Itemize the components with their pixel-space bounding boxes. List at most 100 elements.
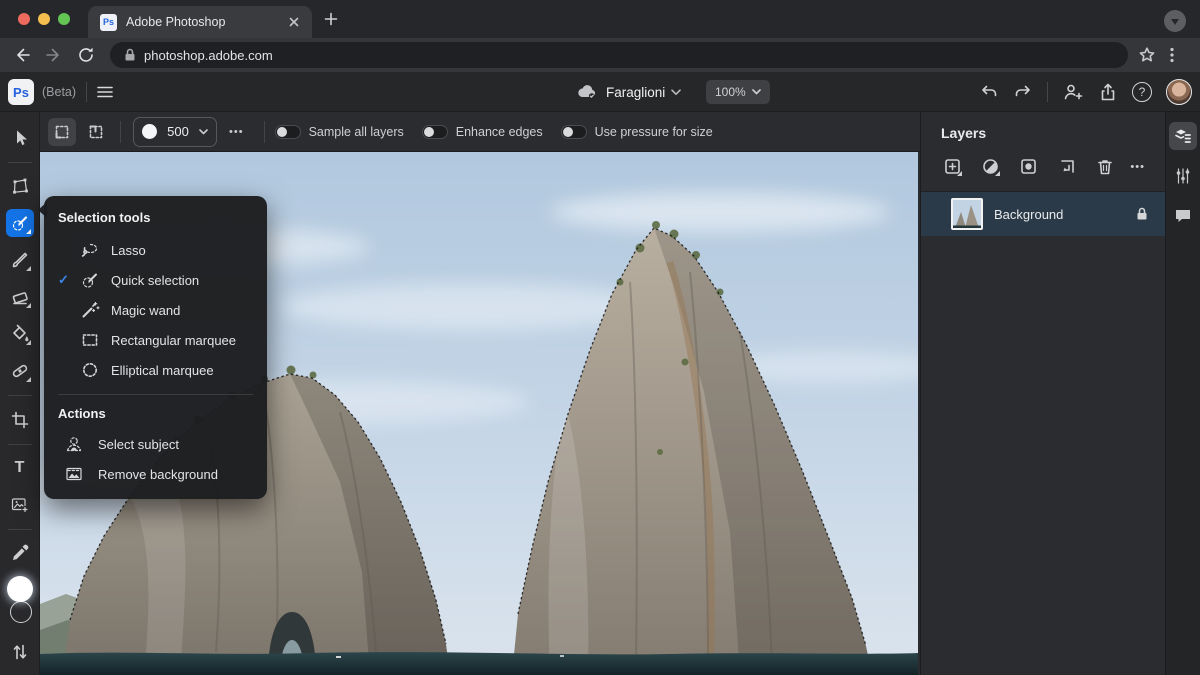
- add-selection-mode-button[interactable]: [82, 118, 110, 146]
- foreground-color-swatch[interactable]: [7, 576, 33, 602]
- user-avatar[interactable]: [1166, 79, 1192, 105]
- forward-icon[interactable]: [44, 45, 64, 65]
- menu-item-label: Remove background: [98, 467, 218, 482]
- layer-thumbnail: [951, 198, 983, 230]
- tool-options-bar: 500 ••• Sample all layers Enhance edges …: [40, 112, 920, 152]
- layers-panel-icon[interactable]: [1169, 122, 1197, 150]
- select-subject-icon: [64, 434, 84, 454]
- lock-icon: [124, 48, 136, 62]
- close-window-button[interactable]: [18, 13, 30, 25]
- toggle-label: Use pressure for size: [595, 125, 713, 139]
- tab-title: Adobe Photoshop: [126, 15, 286, 29]
- browser-tab[interactable]: Ps Adobe Photoshop: [88, 6, 312, 38]
- more-options-icon[interactable]: •••: [229, 126, 244, 138]
- elliptical-marquee-icon: [80, 360, 100, 380]
- menu-item-label: Elliptical marquee: [111, 363, 214, 378]
- toggle-knob: [563, 127, 573, 137]
- menu-item-quick-selection[interactable]: ✓ Quick selection: [44, 265, 267, 295]
- new-selection-mode-button[interactable]: [48, 118, 76, 146]
- divider: [1047, 82, 1048, 102]
- toggle-label: Sample all layers: [309, 125, 404, 139]
- check-icon: ✓: [58, 272, 80, 288]
- comments-panel-icon[interactable]: [1169, 202, 1197, 230]
- browser-menu-icon[interactable]: [1170, 47, 1174, 63]
- healing-tool[interactable]: [6, 357, 34, 385]
- clipping-mask-icon[interactable]: [1055, 155, 1079, 179]
- url-text: photoshop.adobe.com: [144, 48, 273, 63]
- menu-item-magic-wand[interactable]: Magic wand: [44, 295, 267, 325]
- swap-colors-button[interactable]: [6, 638, 34, 666]
- help-glyph: ?: [1139, 85, 1146, 99]
- layer-row-background[interactable]: Background: [921, 192, 1165, 236]
- panel-strip: [1165, 112, 1200, 675]
- menu-item-lasso[interactable]: Lasso: [44, 235, 267, 265]
- back-icon[interactable]: [12, 45, 32, 65]
- invite-people-icon[interactable]: [1062, 82, 1084, 102]
- enhance-edges-toggle[interactable]: Enhance edges: [422, 125, 543, 139]
- document-canvas[interactable]: Selection tools Lasso ✓ Quick selection: [40, 152, 918, 675]
- remove-background-icon: [64, 464, 84, 484]
- flyout-title: Selection tools: [44, 204, 267, 235]
- bookmark-star-icon[interactable]: [1138, 46, 1156, 64]
- traffic-lights: [18, 13, 70, 25]
- layers-action-row: •••: [921, 141, 1165, 179]
- type-tool[interactable]: T: [6, 454, 34, 482]
- browser-toolbar: photoshop.adobe.com: [0, 38, 1200, 72]
- menu-item-select-subject[interactable]: Select subject: [44, 429, 267, 459]
- reload-icon[interactable]: [76, 45, 96, 65]
- fill-tool[interactable]: [6, 320, 34, 348]
- redo-icon[interactable]: [1013, 82, 1033, 102]
- place-image-tool[interactable]: [6, 491, 34, 519]
- layer-lock-icon[interactable]: [1135, 206, 1149, 222]
- type-tool-glyph: T: [15, 460, 25, 476]
- minimize-window-button[interactable]: [38, 13, 50, 25]
- address-bar[interactable]: photoshop.adobe.com: [110, 42, 1128, 68]
- move-tool[interactable]: [6, 124, 34, 152]
- share-export-icon[interactable]: [1098, 82, 1118, 102]
- zoom-level-dropdown[interactable]: 100%: [706, 80, 770, 104]
- menu-item-label: Lasso: [111, 243, 146, 258]
- new-tab-button[interactable]: [324, 12, 338, 26]
- zoom-value: 100%: [715, 85, 746, 99]
- adjustment-layer-icon[interactable]: [979, 155, 1003, 179]
- color-swatches[interactable]: [4, 576, 36, 630]
- help-button[interactable]: ?: [1132, 82, 1152, 102]
- use-pressure-toggle[interactable]: Use pressure for size: [561, 125, 713, 139]
- browser-titlebar: Ps Adobe Photoshop: [0, 0, 1200, 38]
- layers-panel: Layers •••: [920, 112, 1165, 675]
- zoom-window-button[interactable]: [58, 13, 70, 25]
- delete-layer-icon[interactable]: [1093, 155, 1117, 179]
- magic-wand-icon: [80, 300, 100, 320]
- main-menu-icon[interactable]: [96, 83, 114, 101]
- tab-close-icon[interactable]: [286, 14, 302, 30]
- eraser-tool[interactable]: [6, 283, 34, 311]
- crop-tool[interactable]: [6, 406, 34, 434]
- layers-panel-title: Layers: [921, 112, 1165, 141]
- eyedropper-tool[interactable]: [6, 539, 34, 567]
- background-color-swatch[interactable]: [10, 601, 32, 623]
- tab-search-button[interactable]: [1164, 10, 1186, 32]
- adjustments-panel-icon[interactable]: [1169, 162, 1197, 190]
- brush-size-dropdown[interactable]: 500: [133, 117, 217, 147]
- menu-item-rectangular-marquee[interactable]: Rectangular marquee: [44, 325, 267, 355]
- layers-more-icon[interactable]: •••: [1130, 161, 1145, 173]
- menu-item-label: Quick selection: [111, 273, 199, 288]
- cloud-sync-icon: [576, 82, 598, 102]
- chevron-down-icon: [671, 89, 681, 96]
- menu-item-remove-background[interactable]: Remove background: [44, 459, 267, 489]
- brush-tool[interactable]: [6, 246, 34, 274]
- chevron-down-icon: [199, 129, 208, 135]
- quick-selection-icon: [80, 270, 100, 290]
- transform-tool[interactable]: [6, 172, 34, 200]
- photoshop-logo[interactable]: Ps: [8, 79, 34, 105]
- divider: [120, 121, 121, 143]
- layer-mask-icon[interactable]: [1017, 155, 1041, 179]
- toggle-knob: [424, 127, 434, 137]
- document-title-group[interactable]: Faraglioni: [576, 79, 681, 105]
- menu-item-elliptical-marquee[interactable]: Elliptical marquee: [44, 355, 267, 385]
- actions-section-title: Actions: [44, 402, 267, 429]
- add-layer-icon[interactable]: [941, 155, 965, 179]
- sample-all-layers-toggle[interactable]: Sample all layers: [275, 125, 404, 139]
- undo-icon[interactable]: [979, 82, 999, 102]
- toggle-knob: [277, 127, 287, 137]
